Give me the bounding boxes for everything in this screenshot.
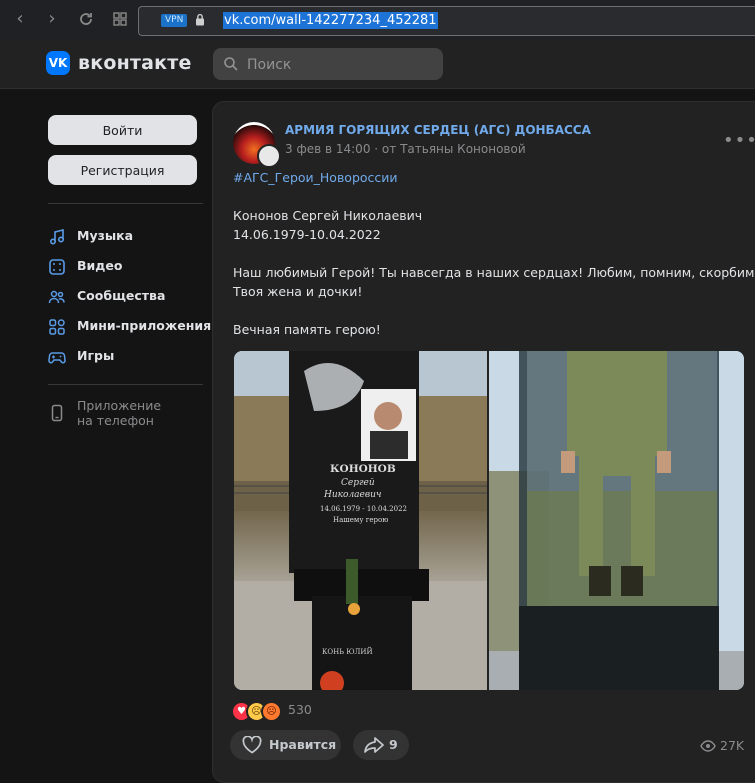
memorial-dedication: Нашему герою: [333, 516, 389, 524]
sidebar-item-games[interactable]: Игры: [48, 346, 208, 368]
memorial-surname: КОНОНОВ: [330, 463, 396, 475]
sidebar-item-label: Видео: [77, 258, 123, 273]
vpn-badge[interactable]: VPN: [161, 14, 188, 27]
sidebar-divider: [48, 384, 203, 385]
communities-icon: [48, 290, 65, 304]
group-name-link[interactable]: АРМИЯ ГОРЯЩИХ СЕРДЕЦ (АГС) ДОНБАССА: [285, 123, 591, 137]
register-button[interactable]: Регистрация: [48, 155, 197, 185]
sidebar-item-label: Музыка: [77, 228, 134, 243]
vk-logo-icon[interactable]: VK: [46, 51, 70, 75]
music-icon: [49, 228, 65, 245]
sidebar-item-label: Мини-приложения: [77, 318, 212, 333]
search-icon: [224, 57, 238, 71]
video-icon: [49, 259, 65, 275]
speed-dial-icon[interactable]: [110, 9, 130, 29]
url-text[interactable]: vk.com/wall-142277234_452281: [223, 12, 438, 29]
post-text-line: 14.06.1979-10.04.2022: [233, 227, 381, 242]
mini-apps-icon: [49, 319, 65, 335]
angry-reaction-icon: ☹: [261, 701, 282, 722]
sidebar-item-mobile-app[interactable]: Приложение на телефон: [48, 398, 208, 434]
avatar-status-badge: [257, 144, 281, 168]
sidebar-item-label: Сообщества: [77, 288, 166, 303]
share-count: 9: [389, 737, 398, 752]
share-button[interactable]: 9: [353, 730, 409, 760]
forward-icon[interactable]: ›: [42, 9, 62, 29]
more-options-icon[interactable]: •••: [723, 130, 755, 151]
like-button[interactable]: Нравится: [230, 730, 341, 760]
post-photo-memorial[interactable]: КОНОНОВ Сергей Николаевич 14.06.1979 - 1…: [234, 351, 487, 690]
site-header: VK вконтакте: [0, 40, 755, 89]
eye-icon: [700, 740, 716, 752]
games-icon: [48, 352, 66, 364]
post-meta: 3 фев в 14:00 · от Татьяны Кононовой: [285, 142, 526, 156]
mobile-app-label: Приложение на телефон: [77, 398, 162, 428]
monument-photo-illustration: [489, 351, 744, 690]
sidebar-item-mini-apps[interactable]: Мини-приложения: [48, 316, 212, 338]
post-photo-monument[interactable]: [489, 351, 744, 690]
share-icon: [364, 737, 384, 753]
search-input[interactable]: [245, 48, 439, 82]
heart-icon: [242, 736, 262, 754]
sidebar-item-communities[interactable]: Сообщества: [48, 286, 208, 308]
post-date[interactable]: 3 фев в 14:00: [285, 142, 370, 156]
phone-icon: [51, 404, 63, 422]
memorial-dates: 14.06.1979 - 10.04.2022: [320, 505, 407, 513]
meta-separator: ·: [374, 142, 382, 156]
post-text-line: Наш любимый Герой! Ты навсегда в наших с…: [233, 265, 755, 280]
wall-post: АРМИЯ ГОРЯЩИХ СЕРДЕЦ (АГС) ДОНБАССА 3 фе…: [212, 101, 755, 783]
sidebar-item-video[interactable]: Видео: [48, 256, 208, 278]
sidebar-item-label: Игры: [77, 348, 115, 363]
search-box[interactable]: [213, 48, 443, 82]
post-text-line: Кононов Сергей Николаевич: [233, 208, 423, 223]
hashtag-link[interactable]: #АГС_Герои_Новороссии: [233, 170, 398, 185]
views-count: 27K: [720, 738, 745, 753]
address-bar[interactable]: VPN vk.com/wall-142277234_452281: [138, 6, 755, 36]
post-text-line: Твоя жена и дочки!: [233, 284, 363, 299]
post-author[interactable]: от Татьяны Кононовой: [382, 142, 526, 156]
reactions-count: 530: [288, 702, 312, 717]
sidebar-divider: [48, 203, 203, 204]
login-button[interactable]: Войти: [48, 115, 197, 145]
lock-icon[interactable]: [195, 13, 205, 26]
brand-name[interactable]: вконтакте: [78, 52, 192, 74]
sidebar-item-music[interactable]: Музыка: [48, 226, 208, 248]
memorial-first-name: Сергей: [341, 478, 375, 488]
post-text-line: Вечная память герою!: [233, 322, 381, 337]
memorial-bottom-plate: КОНЬ ЮЛИЙ: [322, 648, 373, 656]
memorial-patronymic: Николаевич: [324, 490, 382, 500]
reload-icon[interactable]: [76, 9, 96, 29]
like-label: Нравится: [269, 737, 337, 752]
browser-toolbar: ‹ › VPN vk.com/wall-142277234_452281: [0, 0, 755, 41]
back-icon[interactable]: ‹: [10, 9, 30, 29]
